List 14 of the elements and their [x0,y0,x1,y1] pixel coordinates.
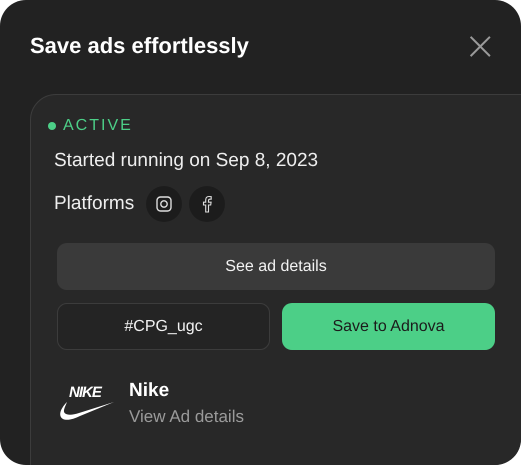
facebook-icon [202,195,212,213]
collection-button[interactable]: #CPG_ugc [57,303,270,350]
platforms-label: Platforms [54,193,134,215]
close-button[interactable]: × [459,28,501,64]
status-label: ACTIVE [63,117,133,135]
camera-icon [156,196,172,212]
logo-text: NIKE [69,386,101,400]
save-button[interactable]: Save to Adnova [282,303,495,350]
view-ad-details-link[interactable]: View Ad details [129,407,244,427]
start-date-text: Started running on Sep 8, 2023 [54,150,320,172]
see-ad-details-button[interactable]: See ad details [57,243,495,290]
dialog-title: Save ads effortlessly [30,33,249,59]
advertiser-name: Nike [129,380,170,402]
swoosh-icon [57,400,115,422]
